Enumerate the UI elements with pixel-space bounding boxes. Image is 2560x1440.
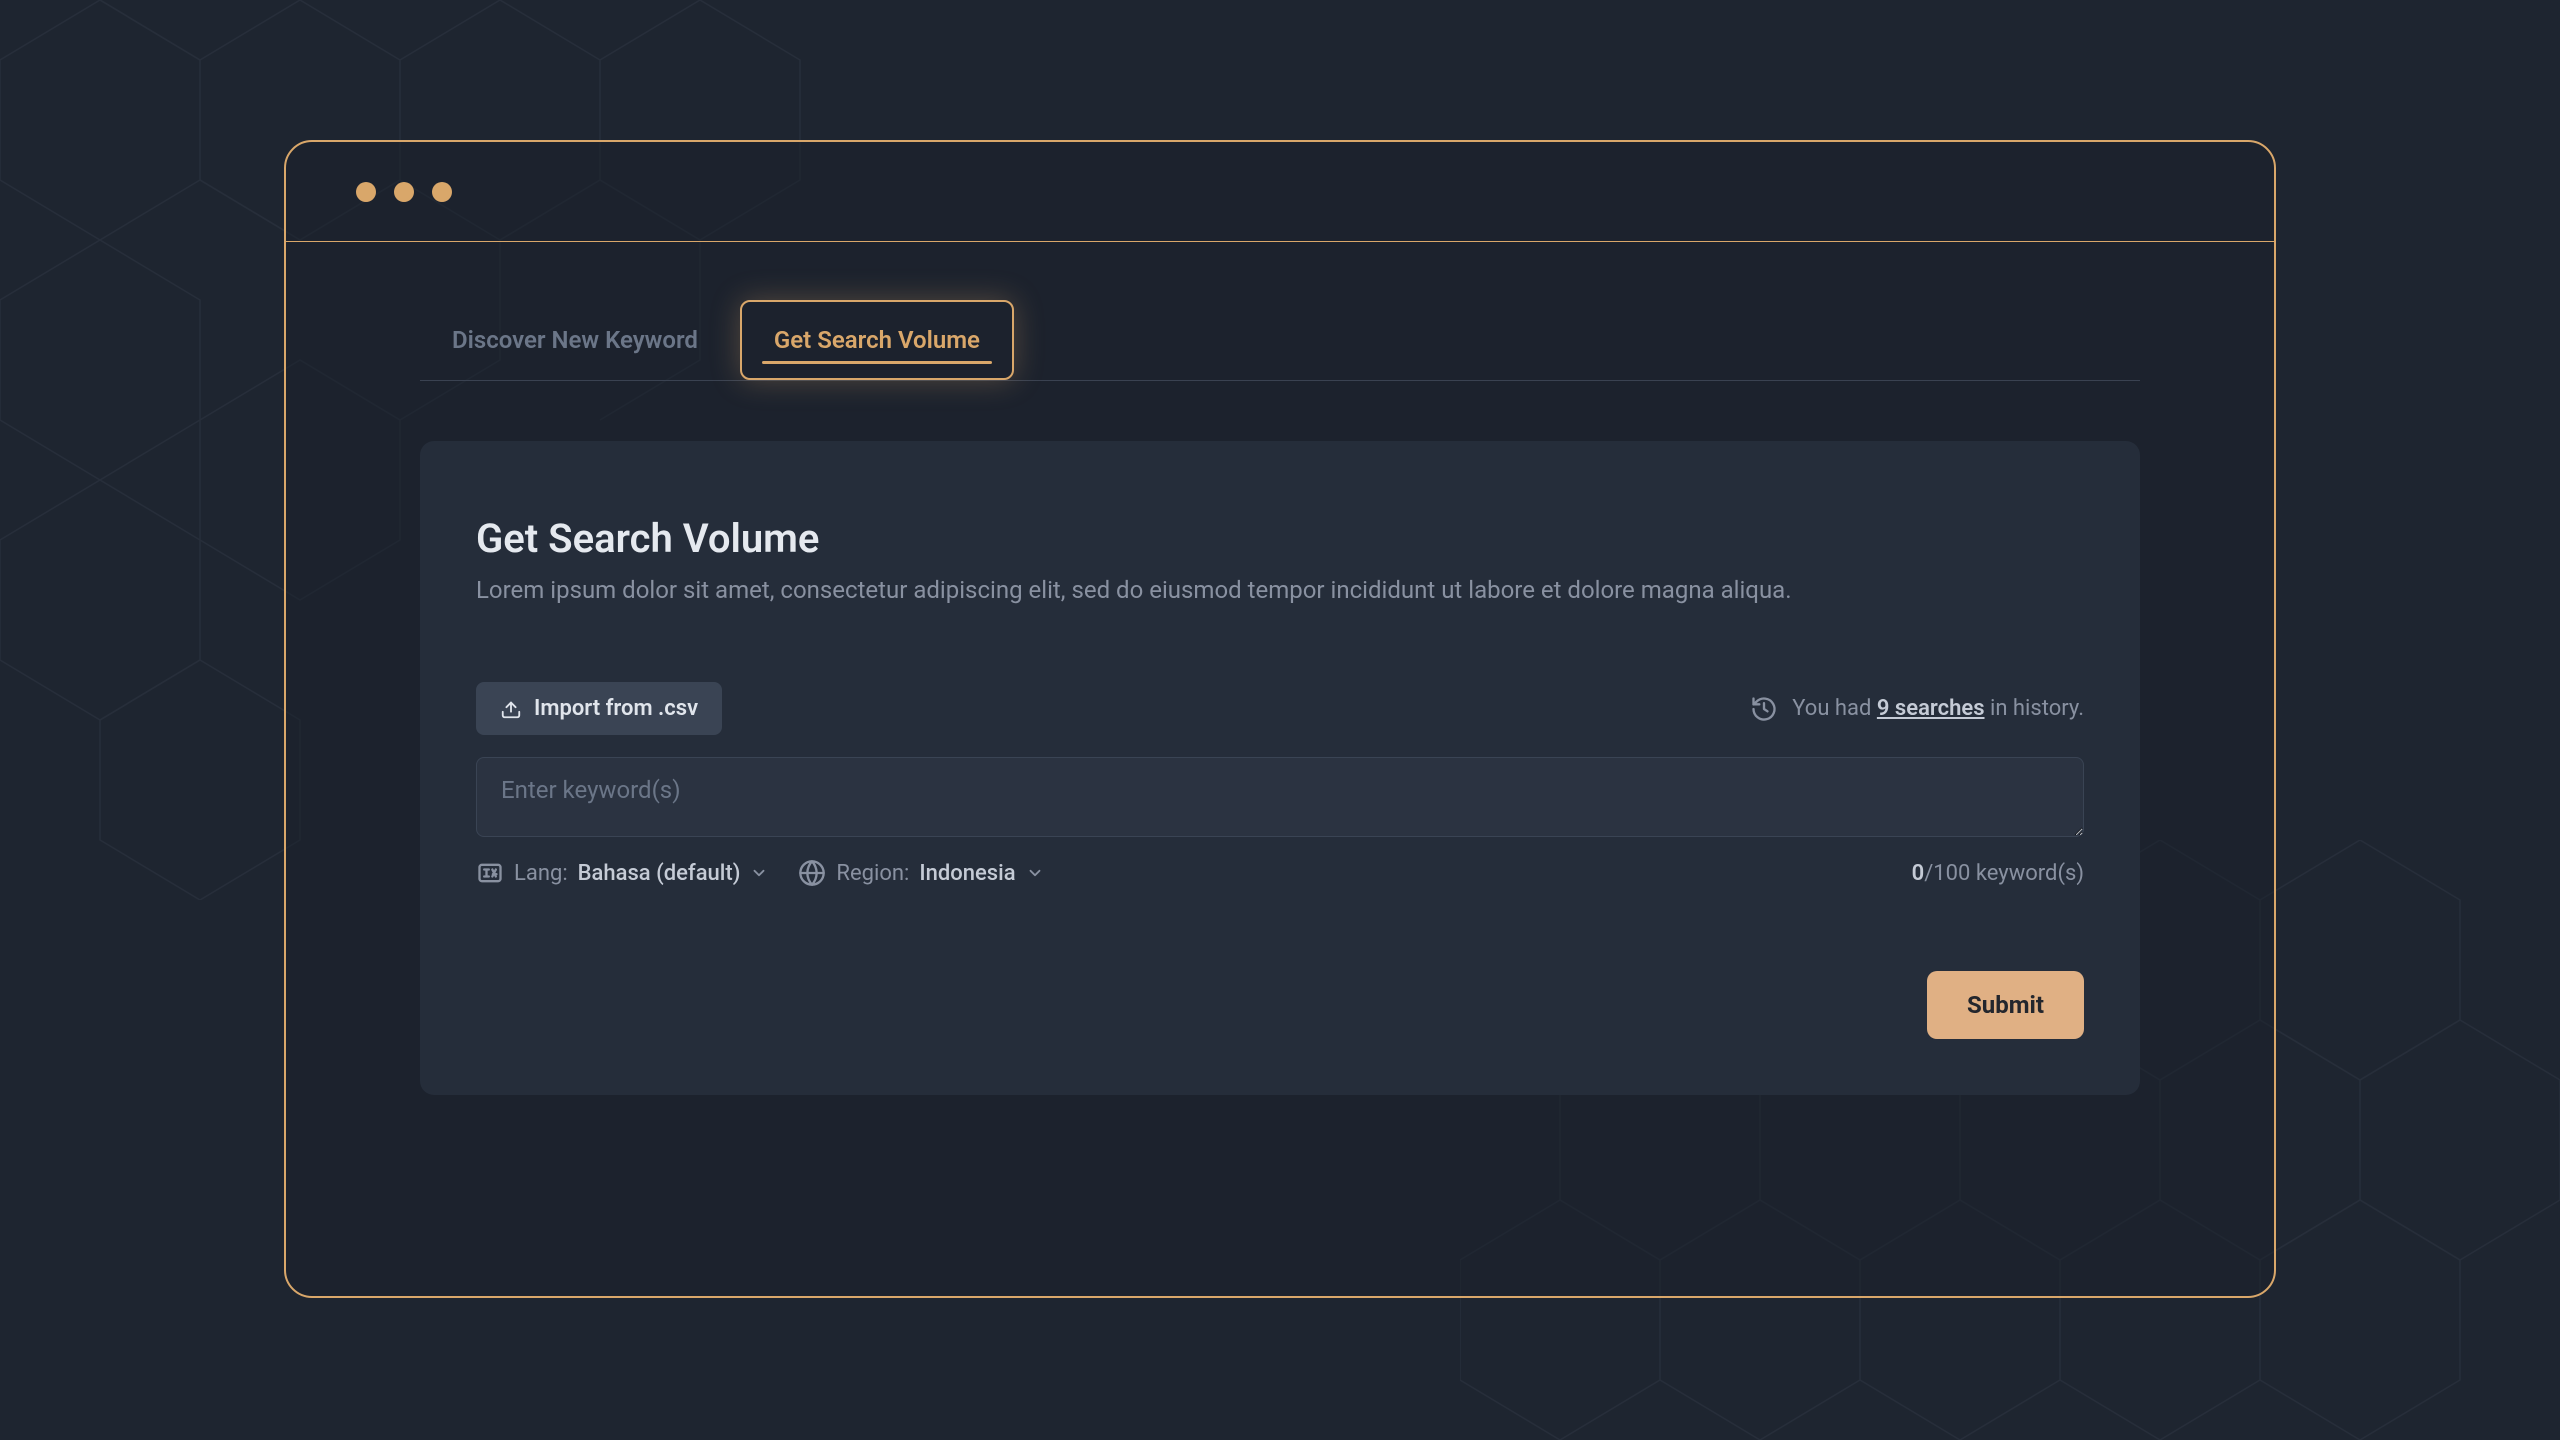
chevron-down-icon	[1026, 864, 1044, 882]
chevron-down-icon	[750, 864, 768, 882]
lang-value: Bahasa (default)	[578, 861, 741, 886]
search-volume-card: Get Search Volume Lorem ipsum dolor sit …	[420, 441, 2140, 1095]
language-icon	[476, 859, 504, 887]
submit-button[interactable]: Submit	[1927, 971, 2084, 1039]
app-window: Discover New Keyword Get Search Volume G…	[284, 140, 2276, 1298]
card-title: Get Search Volume	[476, 515, 2084, 562]
card-subtitle: Lorem ipsum dolor sit amet, consectetur …	[476, 576, 2084, 604]
history-searches-link[interactable]: 9 searches	[1877, 696, 1985, 721]
history-prefix: You had	[1792, 696, 1877, 721]
maximize-window-button[interactable]	[432, 182, 452, 202]
keyword-count: 0/100 keyword(s)	[1912, 861, 2084, 886]
tabs: Discover New Keyword Get Search Volume	[420, 300, 2140, 381]
history-info: You had 9 searches in history.	[1750, 695, 2084, 723]
keyword-input-wrap	[476, 757, 2084, 841]
upload-icon	[500, 698, 522, 720]
meta-row: Lang: Bahasa (default) Region:	[476, 859, 2084, 887]
titlebar	[286, 142, 2274, 242]
history-suffix: in history.	[1985, 696, 2084, 721]
submit-row: Submit	[476, 971, 2084, 1039]
minimize-window-button[interactable]	[394, 182, 414, 202]
content-area: Discover New Keyword Get Search Volume G…	[286, 242, 2274, 1095]
import-csv-label: Import from .csv	[534, 696, 698, 721]
region-selector[interactable]: Region: Indonesia	[798, 859, 1043, 887]
language-selector[interactable]: Lang: Bahasa (default)	[476, 859, 768, 887]
region-value: Indonesia	[919, 861, 1015, 886]
toolbar-row: Import from .csv You had 9 searches in h…	[476, 682, 2084, 735]
import-csv-button[interactable]: Import from .csv	[476, 682, 722, 735]
history-icon	[1750, 695, 1778, 723]
tab-get-search-volume[interactable]: Get Search Volume	[740, 300, 1014, 380]
traffic-lights	[356, 182, 452, 202]
keyword-input[interactable]	[476, 757, 2084, 837]
close-window-button[interactable]	[356, 182, 376, 202]
count-sep: /100	[1924, 861, 1976, 886]
meta-left: Lang: Bahasa (default) Region:	[476, 859, 1044, 887]
tab-discover-new-keyword[interactable]: Discover New Keyword	[420, 300, 730, 380]
region-label: Region:	[836, 861, 909, 886]
count-current: 0	[1912, 861, 1925, 886]
count-suffix: keyword(s)	[1976, 861, 2084, 886]
lang-label: Lang:	[514, 861, 568, 886]
globe-icon	[798, 859, 826, 887]
